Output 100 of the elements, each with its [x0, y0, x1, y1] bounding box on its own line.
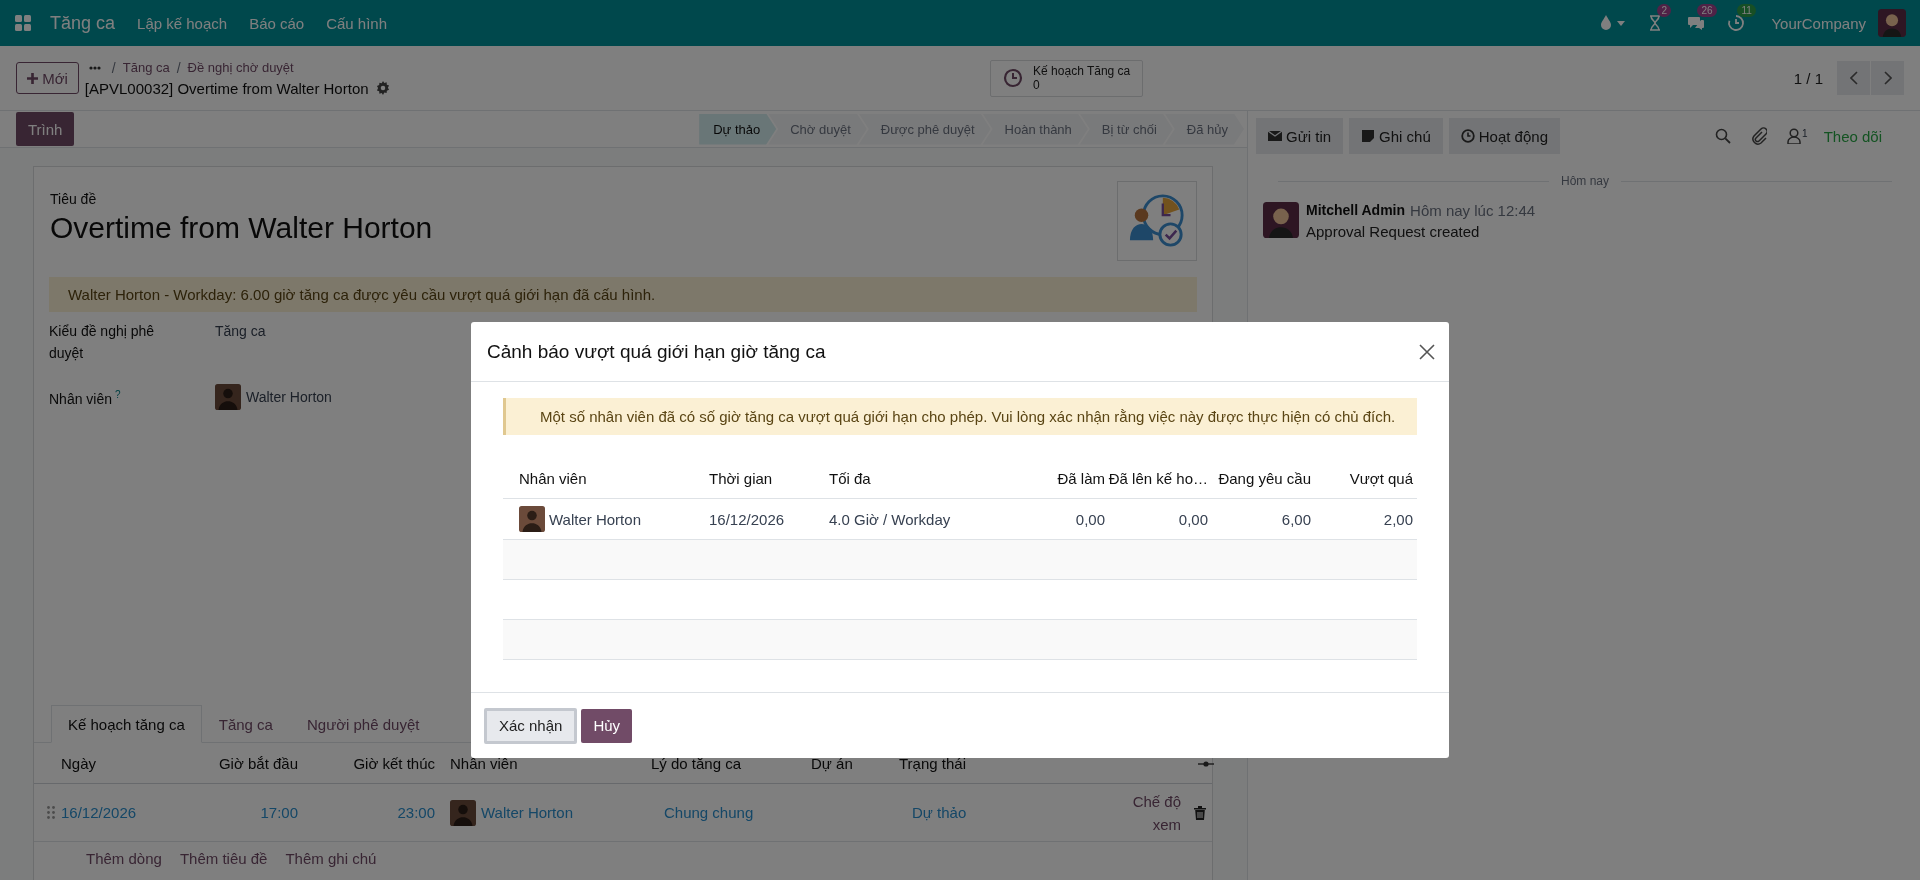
- table-cell-text: 16/12/2026: [708, 510, 786, 528]
- next-button[interactable]: [1871, 61, 1904, 95]
- tab[interactable]: Người phê duyệt: [289, 705, 437, 743]
- view-mode-link[interactable]: Chế độ xem: [1119, 789, 1181, 836]
- trash-icon[interactable]: [1194, 805, 1206, 820]
- warning-alert: Walter Horton - Workday: 6.00 giờ tăng ca được yêu cầu vượt quá giới hạn đã cấu hình.: [49, 277, 1197, 312]
- message-text: Approval Request created: [1306, 223, 1481, 240]
- field-value[interactable]: Tăng ca: [215, 323, 266, 339]
- user-avatar-icon[interactable]: [1878, 9, 1906, 37]
- column-header[interactable]: Lý do tăng ca: [651, 754, 811, 772]
- drag-handle-icon[interactable]: [47, 806, 55, 819]
- column-header[interactable]: Đã làm: [1003, 470, 1105, 487]
- add-line-link[interactable]: Thêm ghi chú: [285, 850, 377, 867]
- record-name: [APVL00032] Overtime from Walter Horton: [84, 79, 369, 97]
- employee-name: Walter Horton: [549, 510, 641, 528]
- warning-alert: Một số nhân viên đã có số giờ tăng ca vượt quá giới hạn cho phép. Vui lòng xác nhận rằng việc này được thực hiện có chủ đích.: [503, 398, 1417, 435]
- column-header[interactable]: Nhân viên: [443, 754, 651, 772]
- table-cell[interactable]: 16/12/2026: [61, 804, 206, 821]
- follow-link[interactable]: Theo dõi: [1823, 127, 1882, 145]
- table-cell-text: 4.0 Giờ / Workday: [828, 510, 952, 528]
- plus-icon: [27, 72, 38, 84]
- dialog-title: Cảnh báo vượt quá giới hạn giờ tăng ca: [487, 340, 826, 363]
- help-tooltip[interactable]: ?: [115, 389, 121, 400]
- apps-menu-icon[interactable]: [14, 14, 32, 32]
- field-label: Tiêu đề: [50, 191, 98, 207]
- column-header[interactable]: Nhân viên: [503, 470, 693, 487]
- column-header[interactable]: Tối đa: [813, 470, 1003, 487]
- envelope-icon: [1268, 129, 1282, 143]
- more-icon[interactable]: [88, 65, 101, 70]
- table-cell-text: 2,00: [1382, 510, 1413, 528]
- table-cell[interactable]: Dự thảo: [899, 804, 1041, 821]
- avatar-icon: [215, 384, 241, 410]
- status-stage[interactable]: Hoàn thành: [982, 113, 1088, 145]
- person-clock-icon: [1128, 192, 1186, 250]
- gear-icon[interactable]: [375, 81, 390, 95]
- count-badge: 26: [1697, 4, 1717, 17]
- status-stage[interactable]: Được phê duyệt: [858, 113, 991, 145]
- clock-icon[interactable]: [1727, 14, 1746, 32]
- add-line-link[interactable]: Thêm dòng: [86, 850, 162, 867]
- previous-button[interactable]: [1837, 61, 1870, 95]
- message-author[interactable]: Mitchell Admin: [1306, 202, 1406, 219]
- caret-icon[interactable]: [1617, 20, 1626, 26]
- status-stage[interactable]: Đã hủy: [1164, 113, 1244, 145]
- column-header[interactable]: Đã lên kế ho…: [1105, 470, 1208, 487]
- image-field[interactable]: [1117, 181, 1197, 261]
- clock-icon: [1003, 68, 1024, 88]
- column-header[interactable]: Vượt quá: [1311, 470, 1413, 487]
- table-cell[interactable]: 17:00: [206, 804, 298, 821]
- confirm-button[interactable]: Xác nhận: [484, 707, 578, 744]
- table-cell-text: 0,00: [1074, 510, 1105, 528]
- message-time: Hôm nay lúc 12:44: [1410, 202, 1536, 219]
- status-stage[interactable]: Chờ duyệt: [768, 113, 867, 145]
- drop-icon[interactable]: [1599, 14, 1614, 32]
- menu-item[interactable]: Lập kế hoạch: [137, 14, 228, 32]
- column-header[interactable]: Giờ bắt đầu: [206, 754, 298, 772]
- avatar-icon: [519, 506, 545, 532]
- column-toggle-icon[interactable]: [1198, 758, 1214, 769]
- table-cell[interactable]: 23:00: [298, 804, 443, 821]
- date-separator: Hôm nay: [1560, 174, 1610, 188]
- field-value[interactable]: Walter Horton: [246, 389, 332, 405]
- column-header[interactable]: Ngày: [61, 754, 206, 772]
- column-header[interactable]: Trạng thái: [899, 754, 1041, 772]
- app-name[interactable]: Tăng ca: [50, 12, 116, 34]
- smart-button-label: Kế hoạch Tăng ca: [1033, 64, 1131, 78]
- breadcrumb-link[interactable]: Đề nghị chờ duyệt: [187, 60, 294, 75]
- menu-item[interactable]: Báo cáo: [249, 14, 305, 32]
- search-icon[interactable]: [1715, 128, 1732, 144]
- menu-item[interactable]: Cấu hình: [326, 14, 388, 32]
- tab[interactable]: Kế hoạch tăng ca: [51, 705, 202, 743]
- count-badge: 2: [1657, 4, 1672, 17]
- chatter-button[interactable]: Gửi tin: [1256, 118, 1344, 154]
- chat-icon[interactable]: [1687, 14, 1706, 32]
- avatar-icon: [450, 799, 476, 826]
- status-stage[interactable]: Bị từ chối: [1079, 113, 1173, 145]
- person-icon[interactable]: [1787, 128, 1802, 144]
- author-avatar-icon: [1263, 202, 1299, 238]
- employee-link[interactable]: Walter Horton: [481, 804, 573, 821]
- table-cell[interactable]: Chung chung: [651, 804, 811, 821]
- column-header[interactable]: Giờ kết thúc: [298, 754, 443, 772]
- add-line-link[interactable]: Thêm tiêu đề: [179, 850, 268, 867]
- cancel-button[interactable]: Hủy: [581, 708, 633, 743]
- column-header[interactable]: Thời gian: [693, 470, 813, 487]
- count-badge: 11: [1737, 4, 1756, 17]
- company-name[interactable]: YourCompany: [1771, 14, 1866, 32]
- status-stage[interactable]: Dự thảo: [699, 113, 777, 145]
- close-icon[interactable]: [1419, 343, 1435, 360]
- new-button[interactable]: Mới: [16, 62, 79, 94]
- field-label: Nhân viên: [49, 390, 113, 407]
- note-icon: [1361, 129, 1376, 143]
- chatter-button[interactable]: Ghi chú: [1349, 118, 1443, 154]
- chevron-right-icon: [1883, 71, 1892, 85]
- tab[interactable]: Tăng ca: [201, 705, 290, 743]
- smart-button[interactable]: Kế hoạch Tăng ca 0: [990, 59, 1144, 97]
- column-header[interactable]: Đang yêu cầu: [1208, 470, 1311, 487]
- chatter-button[interactable]: Hoạt động: [1448, 118, 1560, 154]
- submit-button[interactable]: Trình: [16, 112, 75, 146]
- breadcrumb-link[interactable]: Tăng ca: [122, 60, 170, 75]
- paperclip-icon[interactable]: [1751, 127, 1768, 145]
- pager-value: 1 / 1: [1793, 69, 1823, 87]
- column-header[interactable]: Dự án: [811, 754, 899, 772]
